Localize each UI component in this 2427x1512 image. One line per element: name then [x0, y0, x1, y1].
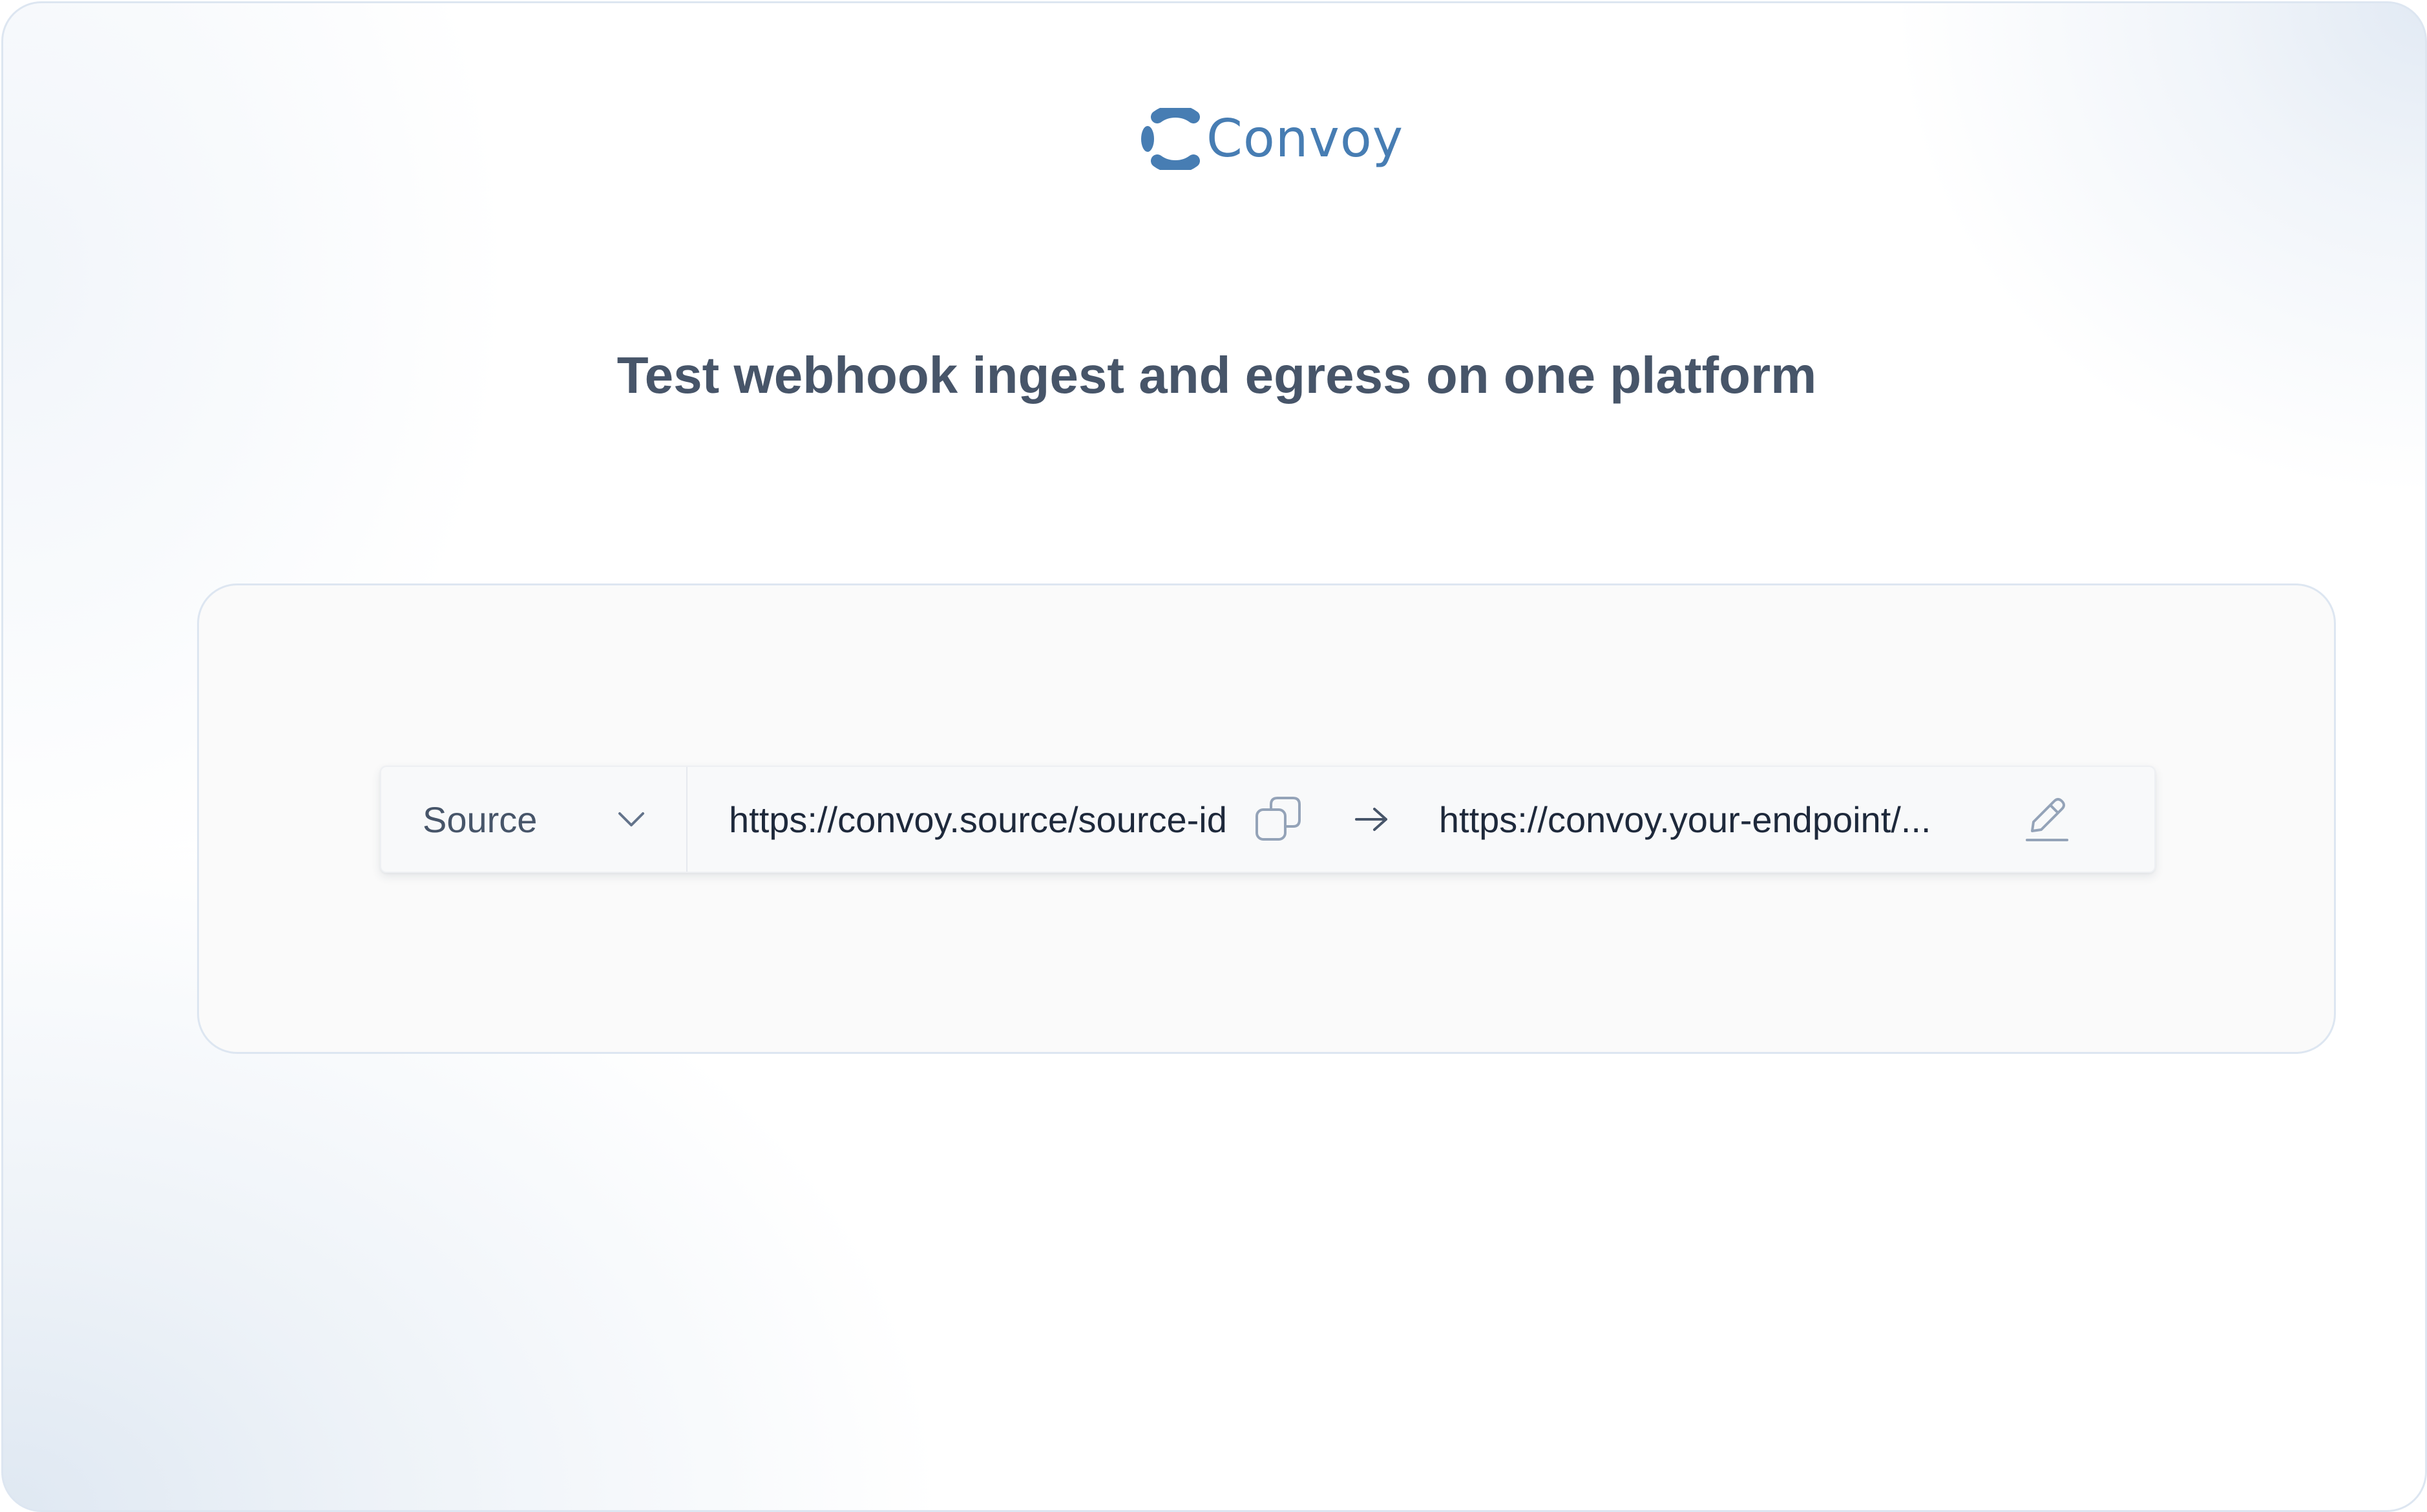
endpoint-url: https://convoy.your-endpoint/...: [1438, 799, 1931, 840]
chevron-down-icon: [618, 812, 644, 826]
page-headline: Test webhook ingest and egress on one pl…: [616, 346, 1817, 404]
page-frame: Convoy Test webhook ingest and egress on…: [1, 1, 2427, 1512]
source-select-label: Source: [423, 799, 538, 840]
source-url: https://convoy.source/source-id: [729, 799, 1227, 840]
arrow-right-icon: [1354, 808, 1387, 831]
source-select[interactable]: Source: [381, 767, 688, 872]
brand-name: Convoy: [1206, 109, 1404, 169]
copy-icon[interactable]: [1254, 795, 1302, 843]
webhook-pipeline-bar: Source https://convoy.source/source-id h…: [380, 766, 2156, 873]
convoy-logo-icon: [1141, 108, 1200, 170]
convoy-logo[interactable]: Convoy: [1140, 107, 1403, 171]
pencil-icon[interactable]: [2024, 795, 2070, 844]
